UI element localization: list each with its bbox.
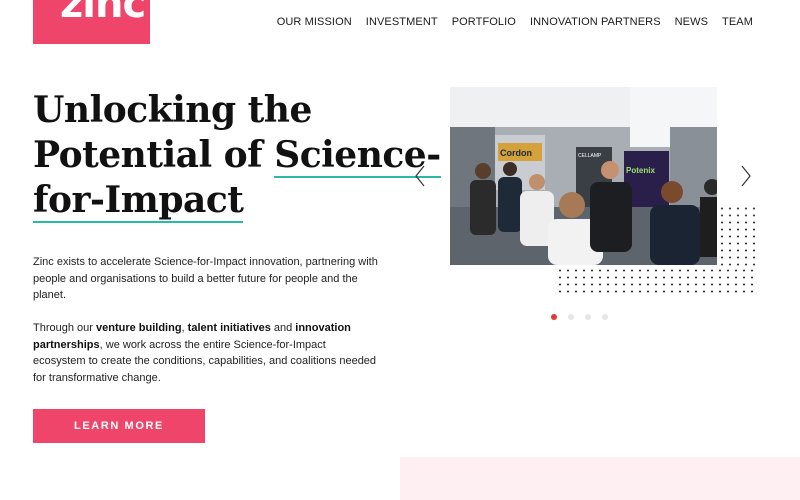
carousel-dot-4[interactable] (602, 314, 608, 320)
nav-item-news[interactable]: NEWS (675, 16, 708, 28)
dot-pattern-decoration-side (718, 205, 758, 267)
logo[interactable]: zinc (33, 0, 150, 44)
chevron-right-icon (741, 165, 751, 187)
dot-pattern-decoration (556, 267, 756, 294)
hero-title-highlight-2: for-Impact (33, 179, 244, 223)
banner-label-potenix: Potenix (626, 166, 655, 175)
chevron-left-icon (415, 165, 425, 187)
nav-item-our-mission[interactable]: OUR MISSION (277, 16, 352, 28)
nav-item-team[interactable]: TEAM (722, 16, 753, 28)
next-section-panel (400, 457, 800, 500)
hero-title-line-2a: Potential of (33, 134, 275, 176)
intro-paragraph: Zinc exists to accelerate Science-for-Im… (33, 256, 378, 301)
carousel-dot-1[interactable] (551, 314, 557, 320)
hero-title: Unlocking the Potential of Science- for-… (33, 88, 441, 223)
logo-text: zinc (60, 0, 146, 27)
nav-item-investment[interactable]: INVESTMENT (366, 16, 438, 28)
approach-sep-2: and (270, 322, 296, 334)
nav-item-portfolio[interactable]: PORTFOLIO (452, 16, 516, 28)
hero-title-line-3: for-Impact (33, 178, 403, 223)
carousel-dot-2[interactable] (568, 314, 574, 320)
approach-paragraph: Through our venture building, talent ini… (33, 320, 378, 386)
carousel-prev-button[interactable] (410, 163, 430, 189)
hero-title-line-1: Unlocking the (33, 89, 312, 131)
banner-label-cellamp: CELLAMP (578, 153, 602, 159)
carousel-pagination (551, 314, 608, 320)
hero-title-line-2: Potential of Science- (33, 133, 441, 178)
banner-label-cordon: Cordon (500, 148, 532, 158)
main-nav: OUR MISSION INVESTMENT PORTFOLIO INNOVAT… (277, 16, 753, 28)
event-photo: Cordon CELLAMP Potenix (450, 87, 717, 265)
carousel-next-button[interactable] (736, 163, 756, 189)
learn-more-button[interactable]: LEARN MORE (33, 409, 205, 443)
carousel-dot-3[interactable] (585, 314, 591, 320)
approach-prefix: Through our (33, 322, 96, 334)
venture-building-text: venture building (95, 322, 182, 334)
talent-initiatives-text: talent initiatives (187, 322, 271, 334)
carousel-slide-image[interactable]: Cordon CELLAMP Potenix (450, 87, 717, 265)
nav-item-innovation-partners[interactable]: INNOVATION PARTNERS (530, 16, 661, 28)
